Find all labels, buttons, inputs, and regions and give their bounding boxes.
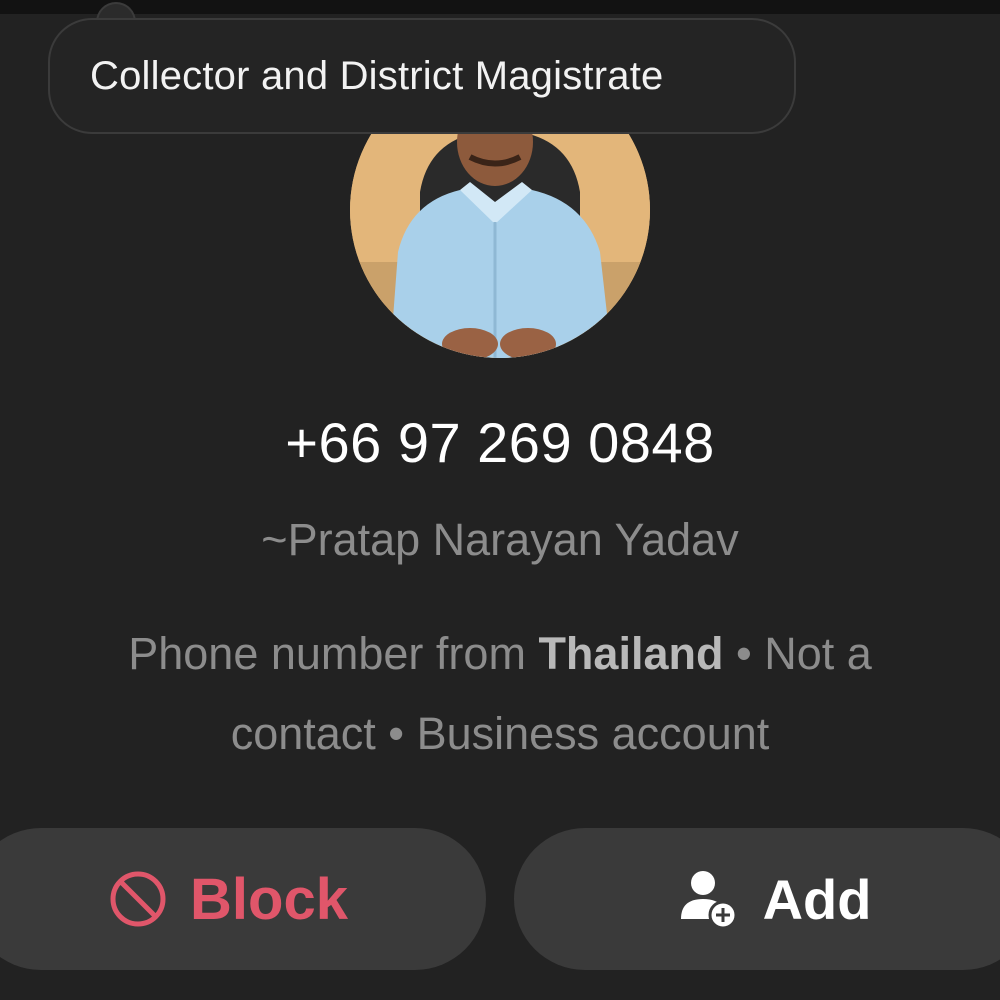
add-person-icon [677, 867, 741, 931]
info-country: Thailand [538, 628, 724, 679]
block-button[interactable]: Block [0, 828, 486, 970]
contact-info-text: Phone number from Thailand • Not a conta… [40, 614, 960, 774]
add-button[interactable]: Add [514, 828, 1000, 970]
add-label: Add [762, 867, 872, 931]
block-circle-icon [108, 869, 168, 929]
display-name: ~Pratap Narayan Yadav [261, 514, 739, 565]
top-bar [0, 0, 1000, 14]
about-tooltip[interactable]: Collector and District Magistrate [48, 18, 796, 134]
info-line2: contact • Business account [230, 708, 770, 759]
phone-number: +66 97 269 0848 [285, 411, 715, 474]
info-prefix: Phone number from [128, 628, 539, 679]
tooltip-text: Collector and District Magistrate [90, 53, 664, 98]
contact-info-screen: Collector and District Magistrate +66 97… [0, 0, 1000, 1000]
info-line1-suffix: • Not a [723, 628, 872, 679]
block-label: Block [190, 866, 348, 932]
